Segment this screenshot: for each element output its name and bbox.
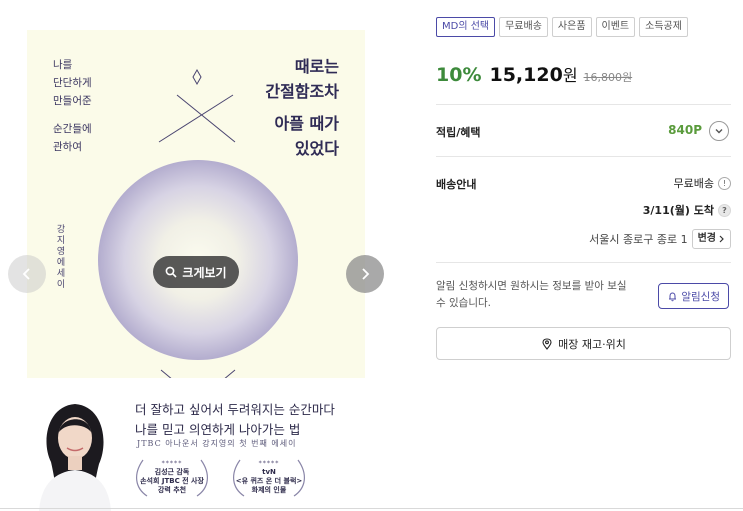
- store-stock-label: 매장 재고·위치: [558, 337, 626, 351]
- award-badge-2: ***** tvN <유 퀴즈 온 더 블럭> 화제의 인물: [230, 454, 308, 500]
- chevron-right-icon: [362, 268, 370, 280]
- book-cover-image[interactable]: 나를 단단하게 만들어준 순간들에 관하여 때로는 간절함조차 아플 때가 있었…: [27, 30, 365, 511]
- badge-event: 이벤트: [595, 17, 636, 37]
- price-row: 10% 15,120 원 16,800원: [436, 62, 632, 86]
- price-unit: 원: [562, 66, 578, 85]
- cover-subtitle: 나를 단단하게 만들어준 순간들에 관하여: [53, 59, 92, 153]
- badge-gift: 사은품: [551, 17, 592, 37]
- product-page: 나를 단단하게 만들어준 순간들에 관하여 때로는 간절함조차 아플 때가 있었…: [0, 0, 743, 511]
- location-pin-icon: [542, 337, 552, 350]
- badge-list: MD의 선택 무료배송 사은품 이벤트 소득공제: [436, 17, 688, 37]
- carousel-next-button[interactable]: [346, 255, 384, 293]
- help-icon[interactable]: ?: [718, 203, 731, 217]
- chevron-down-icon: [715, 129, 723, 134]
- change-address-button[interactable]: 변경: [691, 229, 731, 249]
- search-icon: [166, 266, 177, 278]
- discount-rate: 10%: [436, 64, 482, 86]
- badge-md-pick: MD의 선택: [436, 17, 496, 37]
- points-expand-button[interactable]: [709, 121, 729, 141]
- award-badge-1: ***** 김성근 감독 손석희 JTBC 전 사장 강력 추천: [133, 454, 211, 500]
- original-price: 16,800원: [583, 71, 633, 84]
- divider: [436, 104, 731, 105]
- cover-tagline: 더 잘하고 싶어서 두려워지는 순간마다 나를 믿고 의연하게 나아가는 법: [135, 402, 335, 437]
- delivery-address: 서울시 종로구 종로 1 변경: [589, 229, 731, 249]
- product-info-panel: MD의 선택 무료배송 사은품 이벤트 소득공제 10% 15,120 원 16…: [436, 0, 731, 511]
- delivery-address-text: 서울시 종로구 종로 1: [589, 233, 688, 246]
- badge-tax-deduction: 소득공제: [639, 17, 688, 37]
- zoom-button[interactable]: 크게보기: [153, 256, 239, 288]
- cover-title: 때로는 간절함조차 아플 때가 있었다: [265, 57, 339, 158]
- sale-price: 15,120: [489, 64, 563, 86]
- cover-sub-tagline: JTBC 아나운서 강지영의 첫 번째 에세이: [137, 439, 297, 448]
- chevron-left-icon: [22, 268, 30, 280]
- author-photo: [39, 404, 111, 511]
- notification-request-button[interactable]: 알림신청: [658, 283, 729, 309]
- cover-author: 강지영에세이: [56, 225, 66, 290]
- divider: [436, 262, 731, 263]
- divider: [436, 156, 731, 157]
- carousel-prev-button[interactable]: [8, 255, 46, 293]
- shipping-type-text: 무료배송: [673, 177, 714, 190]
- shipping-label: 배송안내: [436, 178, 477, 191]
- delivery-date: 3/11(월) 도착 ?: [643, 202, 731, 218]
- delivery-date-text: 3/11(월) 도착: [642, 204, 714, 217]
- notification-button-label: 알림신청: [681, 290, 720, 303]
- chevron-right-icon: [719, 235, 724, 243]
- info-icon[interactable]: !: [718, 176, 731, 190]
- shipping-type: 무료배송 !: [674, 175, 731, 191]
- store-stock-button[interactable]: 매장 재고·위치: [436, 327, 731, 360]
- bell-icon: [669, 291, 677, 301]
- bottom-divider: [0, 508, 743, 509]
- zoom-label: 크게보기: [182, 265, 227, 280]
- notification-description: 알림 신청하시면 원하시는 정보를 받아 보실 수 있습니다.: [436, 280, 627, 309]
- points-label: 적립/혜택: [436, 126, 481, 139]
- badge-free-shipping: 무료배송: [499, 17, 548, 37]
- points-value: 840P: [668, 123, 702, 137]
